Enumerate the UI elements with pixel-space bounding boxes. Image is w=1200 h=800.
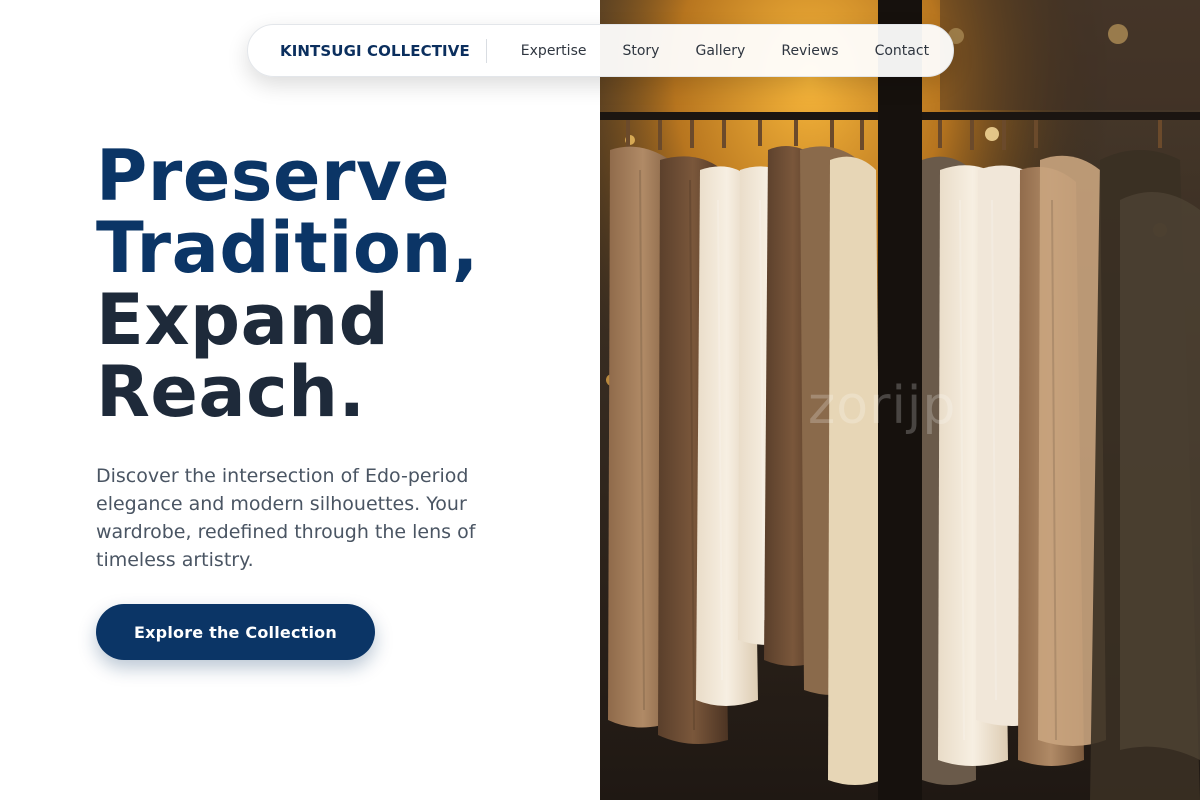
headline-line-3: Expand [96,279,390,361]
clothing-rack-illustration [600,0,1200,800]
top-nav: KINTSUGI COLLECTIVE Expertise Story Gall… [247,24,954,77]
explore-collection-button[interactable]: Explore the Collection [96,604,375,660]
headline-line-2: Tradition, [96,207,479,289]
headline-line-4: Reach. [96,351,366,433]
hero-section: Preserve Tradition, Expand Reach. Discov… [96,140,576,574]
headline-line-1: Preserve [96,135,451,217]
brand-logo[interactable]: KINTSUGI COLLECTIVE [280,42,470,60]
nav-link-contact[interactable]: Contact [857,37,947,65]
nav-link-expertise[interactable]: Expertise [503,37,605,65]
hero-headline: Preserve Tradition, Expand Reach. [96,140,576,428]
hero-subtext: Discover the intersection of Edo-period … [96,465,476,571]
nav-link-reviews[interactable]: Reviews [763,37,856,65]
nav-link-gallery[interactable]: Gallery [677,37,763,65]
nav-links: Expertise Story Gallery Reviews Contact [503,37,947,65]
nav-divider [485,38,487,63]
hero-photo [600,0,1200,800]
nav-link-story[interactable]: Story [604,37,677,65]
